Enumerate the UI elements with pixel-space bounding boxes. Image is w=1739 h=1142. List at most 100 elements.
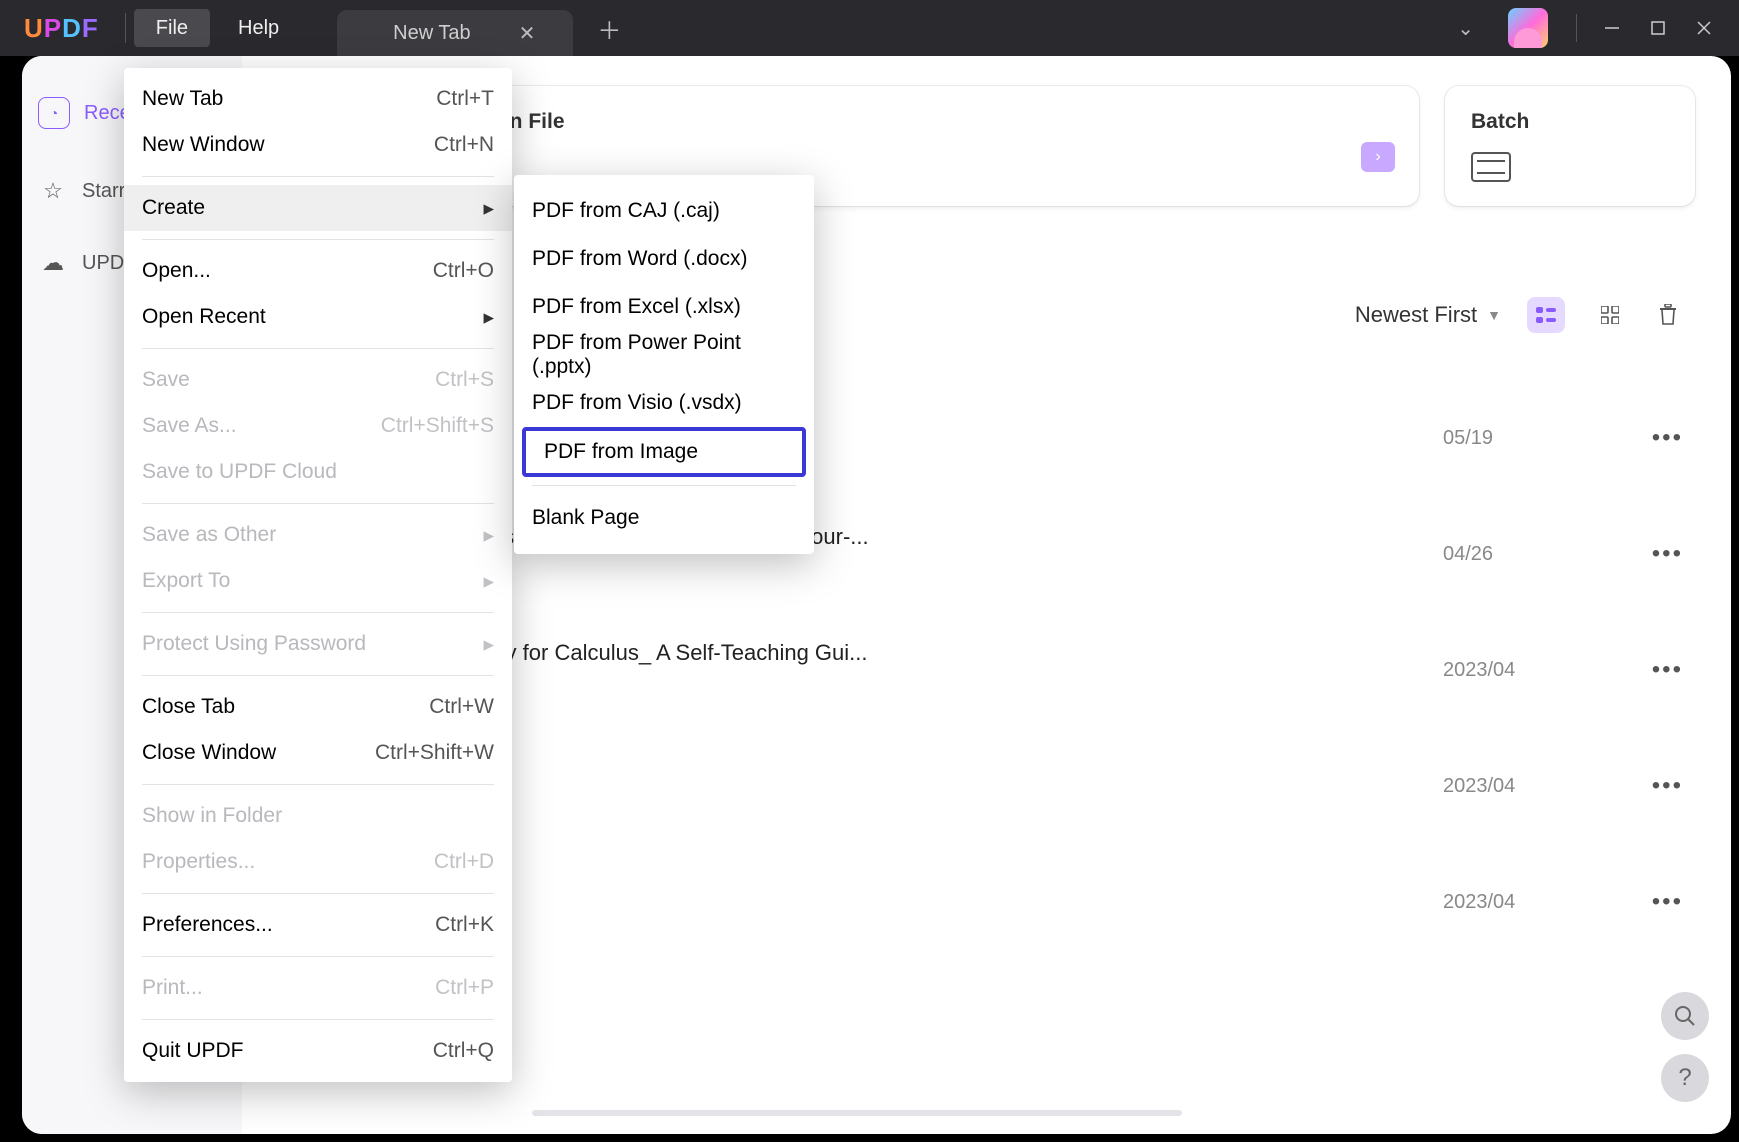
menu-separator [142,1019,494,1020]
menu-item[interactable]: Close WindowCtrl+Shift+W [124,730,512,776]
view-grid-button[interactable] [1591,297,1629,333]
menu-item: Export To▸ [124,558,512,604]
app-window: UPDF File Help New Tab ✕ ＋ ⌄ [0,0,1739,1142]
menu-item: Print...Ctrl+P [124,965,512,1011]
menu-item[interactable]: Quit UPDFCtrl+Q [124,1028,512,1074]
more-icon[interactable]: ••• [1633,424,1683,452]
submenu-item[interactable]: PDF from Image [522,427,806,477]
menu-separator [532,485,796,486]
menu-shortcut: Ctrl+Shift+W [375,741,494,765]
menu-shortcut: Ctrl+O [433,259,494,283]
menu-item-label: Close Tab [142,695,429,719]
submenu-item[interactable]: PDF from Power Point (.pptx) [514,331,814,379]
file-date: 04/26 [1443,543,1633,566]
chevron-down-icon[interactable]: ⌄ [1439,8,1492,49]
file-date: 2023/04 [1443,659,1633,682]
menu-item-label: Save to UPDF Cloud [142,460,494,484]
menu-item: Protect Using Password▸ [124,621,512,667]
avatar[interactable] [1508,8,1548,48]
menu-item-label: Export To [142,569,483,593]
sidebar-item-label: Starr [82,180,125,203]
submenu-item[interactable]: PDF from Word (.docx) [514,235,814,283]
menu-shortcut: Ctrl+P [435,976,494,1000]
menu-item[interactable]: Open...Ctrl+O [124,248,512,294]
menu-shortcut: Ctrl+T [436,87,494,111]
open-file-arrow-icon[interactable]: › [1361,142,1395,172]
menu-item[interactable]: Open Recent▸ [124,294,512,340]
menu-item-label: Create [142,196,483,220]
chevron-down-icon: ▼ [1487,307,1501,323]
menu-shortcut: Ctrl+Q [433,1039,494,1063]
menu-shortcut: Ctrl+K [435,913,494,937]
view-list-button[interactable] [1527,297,1565,333]
tab-add-button[interactable]: ＋ [597,11,621,46]
submenu-item[interactable]: PDF from CAJ (.caj) [514,187,814,235]
submenu-item[interactable]: PDF from Excel (.xlsx) [514,283,814,331]
menu-item: Properties...Ctrl+D [124,839,512,885]
file-date: 2023/04 [1443,891,1633,914]
menu-separator [142,239,494,240]
menu-item-label: New Window [142,133,434,157]
submenu-item[interactable]: PDF from Visio (.vsdx) [514,379,814,427]
menu-file[interactable]: File [134,9,210,47]
menu-item-label: Save as Other [142,523,483,547]
app-logo: UPDF [0,13,117,44]
submenu-arrow-icon: ▸ [483,305,494,330]
menu-item-label: Open Recent [142,305,483,329]
menu-item[interactable]: New TabCtrl+T [124,76,512,122]
menu-separator [142,784,494,785]
menu-help[interactable]: Help [216,9,301,47]
separator [1576,14,1577,42]
sort-dropdown[interactable]: Newest First ▼ [1355,302,1501,328]
menu-separator [142,956,494,957]
file-date: 2023/04 [1443,775,1633,798]
window-minimize-icon[interactable] [1589,8,1635,48]
menu-shortcut: Ctrl+W [429,695,494,719]
titlebar: UPDF File Help New Tab ✕ ＋ ⌄ [0,0,1739,56]
submenu-arrow-icon: ▸ [483,569,494,594]
menu-item-label: Quit UPDF [142,1039,433,1063]
menu-item-label: Open... [142,259,433,283]
more-icon[interactable]: ••• [1633,540,1683,568]
batch-card[interactable]: Batch [1445,86,1695,206]
file-date: 05/19 [1443,427,1633,450]
menu-item[interactable]: Preferences...Ctrl+K [124,902,512,948]
scroll-track[interactable] [532,1110,1182,1116]
menu-item-label: Save As... [142,414,381,438]
tab-close-icon[interactable]: ✕ [519,21,536,46]
submenu-item[interactable]: Blank Page [514,494,814,542]
more-icon[interactable]: ••• [1633,888,1683,916]
menu-separator [142,503,494,504]
window-close-icon[interactable] [1681,8,1727,48]
menu-separator [142,893,494,894]
more-icon[interactable]: ••• [1633,656,1683,684]
menu-separator [142,675,494,676]
menu-item: Save As...Ctrl+Shift+S [124,403,512,449]
window-maximize-icon[interactable] [1635,8,1681,48]
cloud-icon: ☁ [38,248,68,278]
menu-shortcut: Ctrl+D [434,850,494,874]
menu-item-label: Show in Folder [142,804,494,828]
help-fab[interactable]: ? [1661,1054,1709,1102]
submenu-arrow-icon: ▸ [483,523,494,548]
menu-separator [142,612,494,613]
search-fab[interactable] [1661,992,1709,1040]
batch-icon [1471,152,1511,182]
star-icon: ☆ [38,176,68,206]
menu-item[interactable]: Create▸ [124,185,512,231]
submenu-arrow-icon: ▸ [483,196,494,221]
menu-item-label: Preferences... [142,913,435,937]
tab-label: New Tab [393,22,470,45]
trash-button[interactable] [1649,296,1687,334]
menu-item[interactable]: Close TabCtrl+W [124,684,512,730]
menu-item[interactable]: New WindowCtrl+N [124,122,512,168]
menu-item-label: Properties... [142,850,434,874]
menu-shortcut: Ctrl+Shift+S [381,414,494,438]
menu-item-label: New Tab [142,87,436,111]
sort-label: Newest First [1355,302,1477,328]
more-icon[interactable]: ••• [1633,772,1683,800]
sidebar-item-label: UPD [82,252,124,275]
tab-new-tab[interactable]: New Tab ✕ [337,10,573,56]
batch-title: Batch [1471,110,1671,134]
menu-shortcut: Ctrl+N [434,133,494,157]
